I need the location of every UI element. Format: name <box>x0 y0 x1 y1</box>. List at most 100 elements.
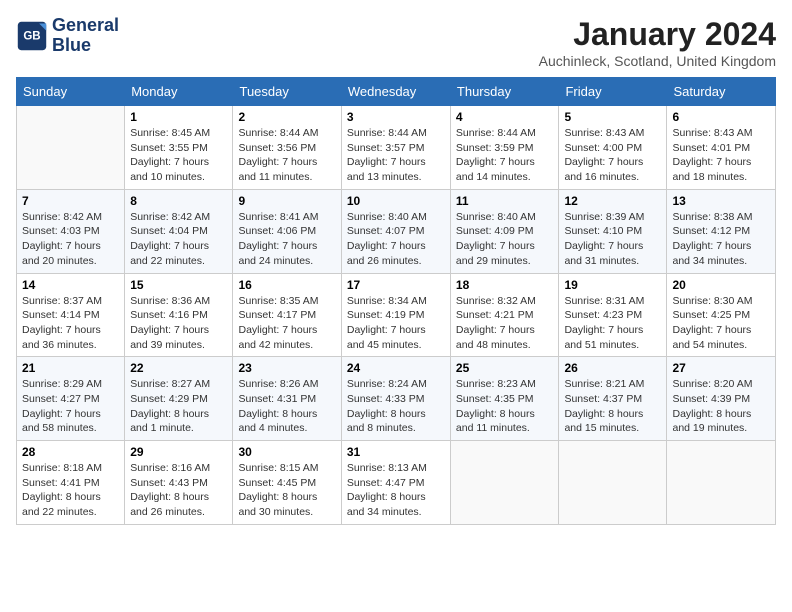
day-info: Sunrise: 8:43 AMSunset: 4:01 PMDaylight:… <box>672 126 770 185</box>
day-number: 9 <box>238 194 335 208</box>
calendar-cell: 29 Sunrise: 8:16 AMSunset: 4:43 PMDayligh… <box>125 441 233 525</box>
day-info: Sunrise: 8:37 AMSunset: 4:14 PMDaylight:… <box>22 294 119 353</box>
day-number: 30 <box>238 445 335 459</box>
day-number: 1 <box>130 110 227 124</box>
day-number: 24 <box>347 361 445 375</box>
day-info: Sunrise: 8:30 AMSunset: 4:25 PMDaylight:… <box>672 294 770 353</box>
calendar-cell: 2 Sunrise: 8:44 AMSunset: 3:56 PMDaylight… <box>233 106 341 190</box>
day-number: 2 <box>238 110 335 124</box>
calendar-cell: 20 Sunrise: 8:30 AMSunset: 4:25 PMDayligh… <box>667 273 776 357</box>
calendar-cell: 11 Sunrise: 8:40 AMSunset: 4:09 PMDayligh… <box>450 189 559 273</box>
calendar-body: 1 Sunrise: 8:45 AMSunset: 3:55 PMDaylight… <box>17 106 776 525</box>
calendar-cell: 19Sunrise: 8:31 AMSunset: 4:23 PMDayligh… <box>559 273 667 357</box>
calendar-cell: 25 Sunrise: 8:23 AMSunset: 4:35 PMDayligh… <box>450 357 559 441</box>
day-info: Sunrise: 8:44 AMSunset: 3:56 PMDaylight:… <box>238 126 335 185</box>
day-info: Sunrise: 8:24 AMSunset: 4:33 PMDaylight:… <box>347 377 445 436</box>
day-info: Sunrise: 8:36 AMSunset: 4:16 PMDaylight:… <box>130 294 227 353</box>
calendar-cell: 8Sunrise: 8:42 AMSunset: 4:04 PMDaylight… <box>125 189 233 273</box>
calendar-cell: 9 Sunrise: 8:41 AMSunset: 4:06 PMDaylight… <box>233 189 341 273</box>
day-number: 3 <box>347 110 445 124</box>
calendar-cell: 21 Sunrise: 8:29 AMSunset: 4:27 PMDayligh… <box>17 357 125 441</box>
calendar-table: SundayMondayTuesdayWednesdayThursdayFrid… <box>16 77 776 525</box>
calendar-cell <box>667 441 776 525</box>
calendar-cell: 5Sunrise: 8:43 AMSunset: 4:00 PMDaylight… <box>559 106 667 190</box>
day-number: 28 <box>22 445 119 459</box>
day-header-tuesday: Tuesday <box>233 78 341 106</box>
day-header-sunday: Sunday <box>17 78 125 106</box>
calendar-cell: 16 Sunrise: 8:35 AMSunset: 4:17 PMDayligh… <box>233 273 341 357</box>
day-number: 15 <box>130 278 227 292</box>
day-info: Sunrise: 8:39 AMSunset: 4:10 PMDaylight:… <box>564 210 661 269</box>
day-info: Sunrise: 8:38 AMSunset: 4:12 PMDaylight:… <box>672 210 770 269</box>
calendar-cell: 14Sunrise: 8:37 AMSunset: 4:14 PMDayligh… <box>17 273 125 357</box>
calendar-cell: 26 Sunrise: 8:21 AMSunset: 4:37 PMDayligh… <box>559 357 667 441</box>
calendar-cell: 12 Sunrise: 8:39 AMSunset: 4:10 PMDayligh… <box>559 189 667 273</box>
day-info: Sunrise: 8:27 AMSunset: 4:29 PMDaylight:… <box>130 377 227 436</box>
day-number: 25 <box>456 361 554 375</box>
day-number: 6 <box>672 110 770 124</box>
calendar-cell: 28Sunrise: 8:18 AMSunset: 4:41 PMDayligh… <box>17 441 125 525</box>
day-number: 21 <box>22 361 119 375</box>
day-number: 23 <box>238 361 335 375</box>
calendar-cell: 6 Sunrise: 8:43 AMSunset: 4:01 PMDaylight… <box>667 106 776 190</box>
day-number: 11 <box>456 194 554 208</box>
day-info: Sunrise: 8:13 AMSunset: 4:47 PMDaylight:… <box>347 461 445 520</box>
day-header-saturday: Saturday <box>667 78 776 106</box>
day-info: Sunrise: 8:44 AMSunset: 3:57 PMDaylight:… <box>347 126 445 185</box>
calendar-cell: 4Sunrise: 8:44 AMSunset: 3:59 PMDaylight… <box>450 106 559 190</box>
day-info: Sunrise: 8:45 AMSunset: 3:55 PMDaylight:… <box>130 126 227 185</box>
calendar-cell: 3 Sunrise: 8:44 AMSunset: 3:57 PMDaylight… <box>341 106 450 190</box>
day-info: Sunrise: 8:40 AMSunset: 4:09 PMDaylight:… <box>456 210 554 269</box>
calendar-cell: 27 Sunrise: 8:20 AMSunset: 4:39 PMDayligh… <box>667 357 776 441</box>
calendar-cell <box>450 441 559 525</box>
day-number: 31 <box>347 445 445 459</box>
day-info: Sunrise: 8:32 AMSunset: 4:21 PMDaylight:… <box>456 294 554 353</box>
title-block: January 2024 Auchinleck, Scotland, Unite… <box>539 16 776 69</box>
week-row-1: 7 Sunrise: 8:42 AMSunset: 4:03 PMDaylight… <box>17 189 776 273</box>
day-number: 26 <box>564 361 661 375</box>
day-number: 22 <box>130 361 227 375</box>
day-number: 17 <box>347 278 445 292</box>
day-number: 5 <box>564 110 661 124</box>
day-number: 12 <box>564 194 661 208</box>
day-number: 27 <box>672 361 770 375</box>
calendar-cell: 23 Sunrise: 8:26 AMSunset: 4:31 PMDayligh… <box>233 357 341 441</box>
day-info: Sunrise: 8:23 AMSunset: 4:35 PMDaylight:… <box>456 377 554 436</box>
week-row-2: 14Sunrise: 8:37 AMSunset: 4:14 PMDayligh… <box>17 273 776 357</box>
day-info: Sunrise: 8:29 AMSunset: 4:27 PMDaylight:… <box>22 377 119 436</box>
location: Auchinleck, Scotland, United Kingdom <box>539 53 776 69</box>
day-info: Sunrise: 8:26 AMSunset: 4:31 PMDaylight:… <box>238 377 335 436</box>
day-info: Sunrise: 8:16 AMSunset: 4:43 PMDaylight:… <box>130 461 227 520</box>
svg-text:GB: GB <box>23 30 40 42</box>
day-number: 20 <box>672 278 770 292</box>
day-header-friday: Friday <box>559 78 667 106</box>
day-number: 10 <box>347 194 445 208</box>
day-number: 16 <box>238 278 335 292</box>
day-info: Sunrise: 8:20 AMSunset: 4:39 PMDaylight:… <box>672 377 770 436</box>
calendar-cell: 18 Sunrise: 8:32 AMSunset: 4:21 PMDayligh… <box>450 273 559 357</box>
day-info: Sunrise: 8:15 AMSunset: 4:45 PMDaylight:… <box>238 461 335 520</box>
day-number: 4 <box>456 110 554 124</box>
calendar-cell: 7 Sunrise: 8:42 AMSunset: 4:03 PMDaylight… <box>17 189 125 273</box>
day-number: 7 <box>22 194 119 208</box>
calendar-header: SundayMondayTuesdayWednesdayThursdayFrid… <box>17 78 776 106</box>
calendar-cell: 31 Sunrise: 8:13 AMSunset: 4:47 PMDayligh… <box>341 441 450 525</box>
day-info: Sunrise: 8:35 AMSunset: 4:17 PMDaylight:… <box>238 294 335 353</box>
calendar-cell: 22 Sunrise: 8:27 AMSunset: 4:29 PMDayligh… <box>125 357 233 441</box>
day-header-wednesday: Wednesday <box>341 78 450 106</box>
calendar-cell <box>559 441 667 525</box>
day-number: 29 <box>130 445 227 459</box>
logo-icon: GB <box>16 20 48 52</box>
day-info: Sunrise: 8:42 AMSunset: 4:04 PMDaylight:… <box>130 210 227 269</box>
page-header: GB General Blue January 2024 Auchinleck,… <box>16 16 776 69</box>
calendar-cell: 24 Sunrise: 8:24 AMSunset: 4:33 PMDayligh… <box>341 357 450 441</box>
day-info: Sunrise: 8:21 AMSunset: 4:37 PMDaylight:… <box>564 377 661 436</box>
day-info: Sunrise: 8:41 AMSunset: 4:06 PMDaylight:… <box>238 210 335 269</box>
day-number: 19 <box>564 278 661 292</box>
day-info: Sunrise: 8:34 AMSunset: 4:19 PMDaylight:… <box>347 294 445 353</box>
day-number: 18 <box>456 278 554 292</box>
calendar-cell <box>17 106 125 190</box>
month-title: January 2024 <box>539 16 776 53</box>
day-info: Sunrise: 8:42 AMSunset: 4:03 PMDaylight:… <box>22 210 119 269</box>
calendar-cell: 30 Sunrise: 8:15 AMSunset: 4:45 PMDayligh… <box>233 441 341 525</box>
